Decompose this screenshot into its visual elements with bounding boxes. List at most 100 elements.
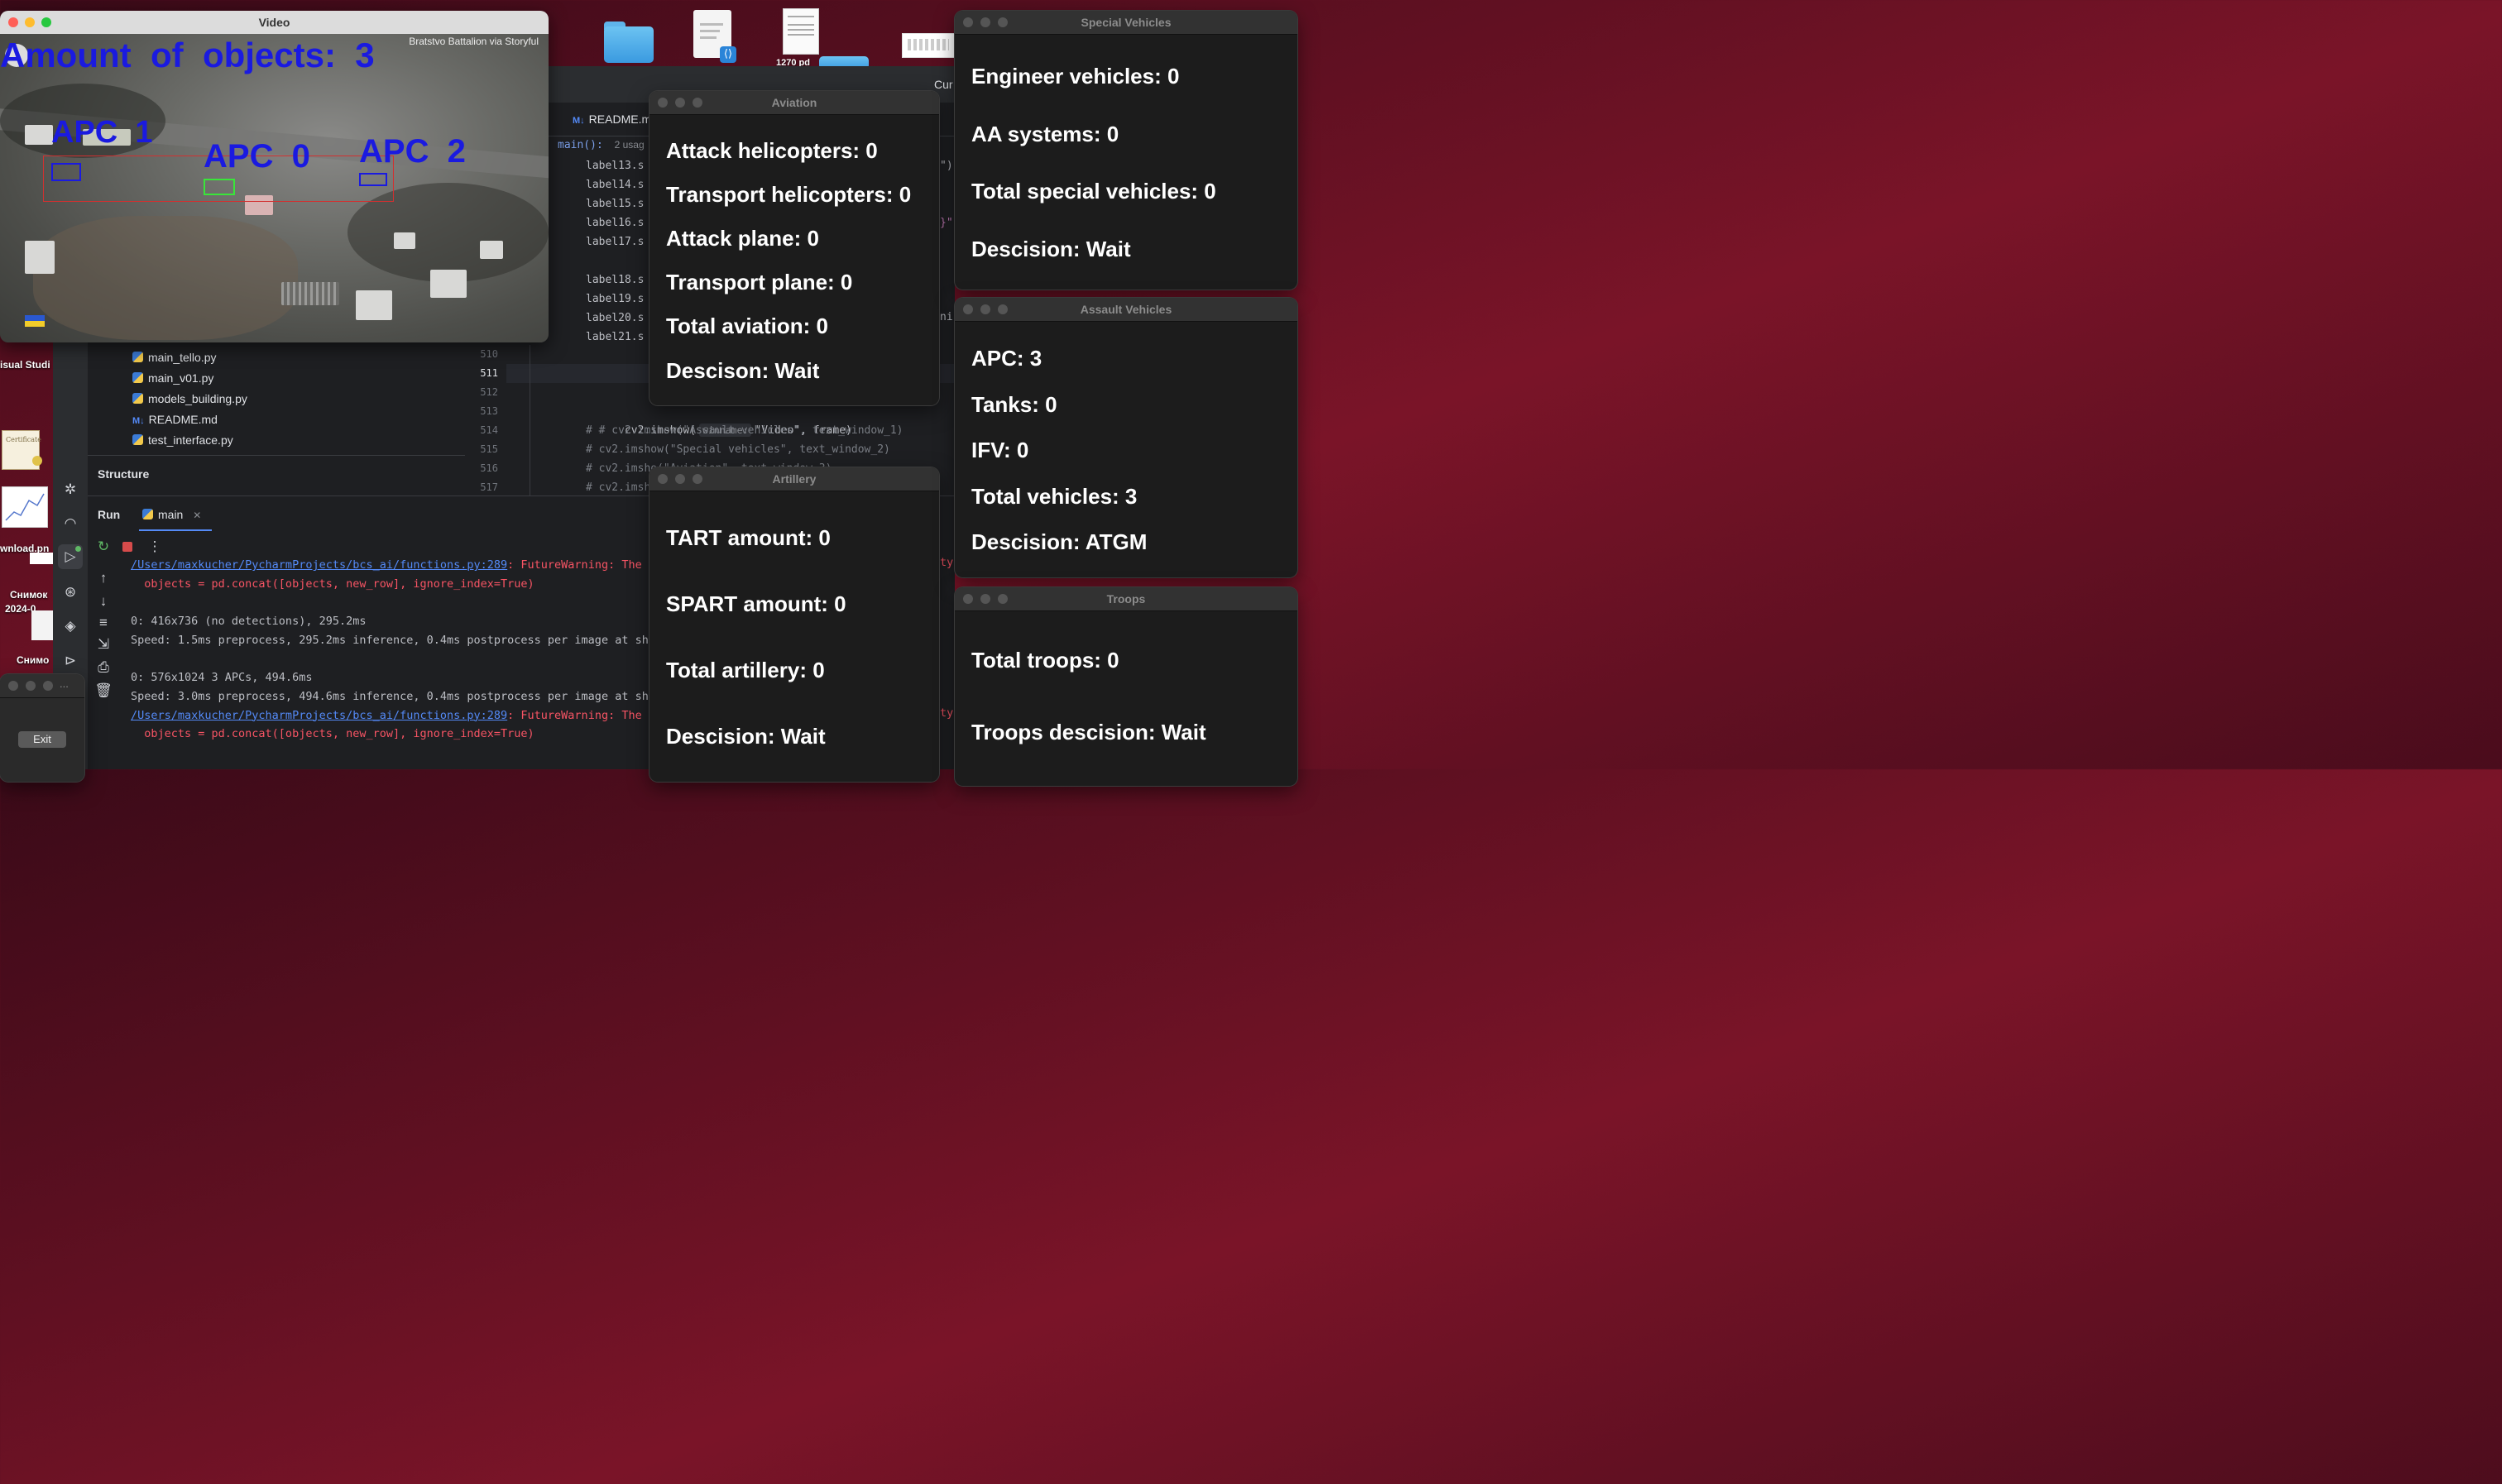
troops-window-title: Troops	[1106, 592, 1146, 606]
file-link[interactable]: /Users/maxkucher/PycharmProjects/bcs_ai/…	[131, 558, 507, 572]
special-vehicles-window-title: Special Vehicles	[1081, 16, 1172, 29]
code-line-comment[interactable]: # cv2.imshow("Special vehicles", text_wi…	[586, 440, 903, 459]
print-icon[interactable]: ⎙	[94, 658, 113, 677]
object-count-overlay: Amount of objects: 3	[0, 36, 375, 74]
special-vehicles-decision: Descision: Wait	[971, 237, 1131, 261]
total-artillery-value: Total artillery: 0	[666, 658, 825, 682]
file-item[interactable]: main_tello.py	[132, 347, 247, 368]
code-line-comment[interactable]: # # cv2.imshow("Assault vehicles", text_…	[586, 421, 903, 440]
troops-window[interactable]: Troops Total troops: 0 Troops descision:…	[955, 587, 1297, 786]
file-item[interactable]: models_building.py	[132, 389, 247, 409]
video-title-bar[interactable]: Video	[0, 11, 549, 34]
code-line[interactable]: label16.s	[586, 213, 644, 232]
desktop-label-snapshot-1[interactable]: Снимок	[10, 589, 47, 601]
close-button[interactable]	[8, 681, 18, 691]
tab-readme[interactable]: M↓ README.m	[573, 112, 651, 126]
code-line[interactable]: label17.s	[586, 232, 644, 251]
screenshot-file-icon[interactable]	[31, 610, 53, 640]
exit-window[interactable]: ... Exit	[0, 674, 84, 782]
house	[480, 241, 503, 259]
desktop-label-vscode[interactable]: isual Studi	[0, 359, 50, 371]
transport-plane-value: Transport plane: 0	[666, 270, 853, 294]
aa-systems-value: AA systems: 0	[971, 122, 1119, 146]
exit-window-menu[interactable]: ...	[60, 677, 69, 690]
file-item[interactable]: test_interface.py	[132, 430, 247, 451]
folder-icon[interactable]	[604, 22, 654, 63]
code-file-icon[interactable]: ⟨⟩	[693, 10, 736, 63]
debug-icon[interactable]: ✲	[61, 481, 79, 499]
screenshot-file-icon[interactable]	[30, 553, 53, 564]
code-fragment: ")	[940, 160, 953, 172]
run-panel-title[interactable]: Run	[98, 508, 120, 521]
video-window[interactable]: Video Bratstvo Battalion via Storyful Am…	[0, 11, 549, 342]
rerun-icon[interactable]: ↻	[94, 538, 113, 556]
minimize-button[interactable]	[26, 681, 36, 691]
breadcrumb-function[interactable]: main():	[558, 139, 603, 151]
code-line[interactable]: label20.s	[586, 309, 644, 328]
code-line[interactable]: label21.s	[586, 328, 644, 347]
console-overflow-fragment: ty	[940, 706, 954, 720]
detection-box-apc-1	[51, 163, 81, 181]
stop-icon[interactable]	[122, 542, 132, 552]
desktop-label-snapshot-2[interactable]: Снимо	[17, 654, 49, 666]
python-file-icon	[132, 372, 143, 383]
aviation-window[interactable]: Aviation Attack helicopters: 0 Transport…	[649, 91, 939, 405]
assault-vehicles-decision: Descision: ATGM	[971, 529, 1148, 554]
code-line[interactable]	[586, 251, 644, 270]
certificate-icon[interactable]: Certificate	[2, 430, 42, 470]
special-vehicles-title-bar[interactable]: Special Vehicles	[955, 11, 1297, 35]
folder-icon[interactable]	[819, 51, 869, 69]
artillery-title-bar[interactable]: Artillery	[649, 467, 939, 491]
markdown-icon: M↓	[132, 416, 145, 426]
exit-title-bar[interactable]: ...	[0, 674, 84, 698]
run-active-dot	[75, 546, 81, 552]
scroll-up-icon[interactable]: ↑	[94, 569, 113, 587]
cur-label: Cur	[934, 78, 953, 91]
total-aviation-value: Total aviation: 0	[666, 314, 828, 338]
trash-icon[interactable]: 🗑	[94, 682, 113, 700]
breadcrumb[interactable]: main(): 2 usag	[558, 139, 645, 151]
attack-helicopters-value: Attack helicopters: 0	[666, 138, 878, 163]
maximize-button[interactable]	[43, 681, 53, 691]
troops-title-bar[interactable]: Troops	[955, 587, 1297, 611]
code-line[interactable]: label13.s	[586, 156, 644, 175]
ukraine-flag-icon	[25, 315, 45, 327]
file-item[interactable]: M↓ README.md	[132, 409, 247, 430]
aviation-title-bar[interactable]: Aviation	[649, 91, 939, 115]
services-icon[interactable]: ◠	[61, 515, 79, 533]
troops-decision: Troops descision: Wait	[971, 720, 1206, 744]
file-item[interactable]: main_v01.py	[132, 368, 247, 389]
run-tab-main[interactable]: main ✕	[142, 508, 201, 521]
artillery-window[interactable]: Artillery TART amount: 0 SPART amount: 0…	[649, 467, 939, 782]
structure-panel-title[interactable]: Structure	[98, 467, 149, 481]
assault-vehicles-title-bar[interactable]: Assault Vehicles	[955, 298, 1297, 322]
more-options-icon[interactable]: ⋮	[146, 538, 164, 556]
assault-vehicles-window[interactable]: Assault Vehicles APC: 3 Tanks: 0 IFV: 0 …	[955, 298, 1297, 577]
breadcrumb-usages[interactable]: 2 usag	[615, 139, 645, 151]
close-tab-icon[interactable]: ✕	[193, 510, 201, 521]
detection-box-apc-0	[204, 179, 235, 195]
soft-wrap-icon[interactable]: ≡	[94, 614, 113, 632]
special-vehicles-window[interactable]: Special Vehicles Engineer vehicles: 0 AA…	[955, 11, 1297, 290]
file-link[interactable]: /Users/maxkucher/PycharmProjects/bcs_ai/…	[131, 709, 507, 722]
code-line[interactable]: label18.s	[586, 270, 644, 290]
python-console-icon[interactable]: ⊛	[61, 583, 79, 601]
python-file-icon	[132, 393, 143, 404]
house	[430, 270, 467, 298]
chart-image-icon[interactable]	[2, 486, 48, 528]
screenshot-thumbnail-icon[interactable]	[902, 33, 955, 58]
code-block-upper: label13.s label14.s label15.s label16.s …	[586, 156, 644, 347]
code-line[interactable]: label14.s	[586, 175, 644, 194]
project-tree-divider	[88, 455, 465, 456]
scroll-down-icon[interactable]: ↓	[94, 592, 113, 610]
exit-button[interactable]: Exit	[18, 731, 66, 748]
document-icon[interactable]	[783, 8, 819, 55]
scroll-to-end-icon[interactable]: ⇲	[94, 635, 113, 653]
layers-icon[interactable]: ◈	[61, 617, 79, 635]
project-tree: main_tello.py main_v01.py models_buildin…	[132, 347, 247, 451]
markdown-icon: M↓	[573, 116, 585, 126]
code-line[interactable]: label15.s	[586, 194, 644, 213]
play-circle-icon[interactable]: ⊳	[61, 652, 79, 670]
total-troops-value: Total troops: 0	[971, 648, 1119, 673]
code-line[interactable]: label19.s	[586, 290, 644, 309]
